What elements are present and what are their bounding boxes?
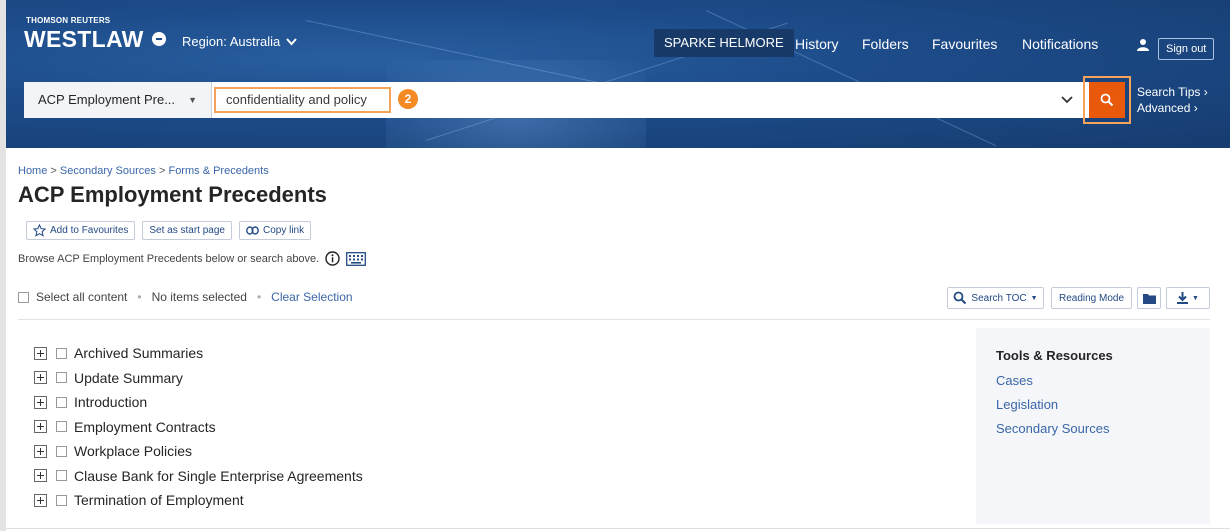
chevron-down-icon[interactable] [1060,92,1074,106]
brand-menu-icon[interactable] [152,32,166,46]
toc-item-label[interactable]: Introduction [74,394,147,410]
search-bar: ACP Employment Pre... ▼ confidentiality … [24,82,1090,118]
set-start-page-button[interactable]: Set as start page [142,221,232,240]
expand-icon[interactable] [34,493,47,507]
expand-icon[interactable] [34,420,47,434]
page-actions: Add to Favourites Set as start page Copy… [26,221,312,240]
toc-item-label[interactable]: Archived Summaries [74,345,203,361]
folder-icon [1142,293,1156,304]
search-scope-dropdown[interactable]: ACP Employment Pre... ▼ [24,82,212,118]
caret-down-icon: ▼ [1030,294,1038,302]
expand-icon[interactable] [34,371,47,385]
org-name[interactable]: SPARKE HELMORE [654,29,794,57]
download-icon [1177,292,1189,304]
add-to-favourites-button[interactable]: Add to Favourites [26,221,136,240]
search-icon [954,291,967,305]
toc-item: Archived Summaries [34,341,363,366]
search-toc-button[interactable]: Search TOC ▼ [947,287,1044,309]
nav-favourites[interactable]: Favourites [932,36,997,52]
breadcrumb: Home > Secondary Sources > Forms & Prece… [18,165,269,177]
toc-checkbox[interactable] [56,421,67,433]
toc-checkbox[interactable] [56,396,67,408]
toc-checkbox[interactable] [56,470,67,482]
toc-checkbox[interactable] [56,494,67,506]
sidebar-link-legislation[interactable]: Legislation [996,397,1190,412]
search-scope-label: ACP Employment Pre... [38,92,176,107]
copy-link-button[interactable]: Copy link [238,221,312,240]
expand-icon[interactable] [34,395,47,409]
toc-item: Termination of Employment [34,488,363,513]
breadcrumb-forms-precedents[interactable]: Forms & Precedents [168,165,268,177]
select-all-checkbox[interactable] [18,291,29,303]
toc-checkbox[interactable] [56,347,67,359]
browse-text: Browse ACP Employment Precedents below o… [18,252,320,265]
header [6,0,1230,148]
advanced-search-link[interactable]: Advanced › [1137,100,1208,116]
expand-icon[interactable] [34,346,47,360]
toc-item-label[interactable]: Termination of Employment [74,492,244,508]
link-icon [246,226,259,235]
brand-top: THOMSON REUTERS [26,16,111,25]
caret-down-icon: ▼ [1192,294,1199,302]
caret-down-icon: ▼ [188,95,197,105]
toc-checkbox[interactable] [56,372,67,384]
sidebar-link-secondary-sources[interactable]: Secondary Sources [996,421,1190,436]
user-icon[interactable] [1136,38,1150,52]
toc-checkbox[interactable] [56,445,67,457]
search-links: Search Tips › Advanced › [1137,84,1208,116]
toc-item: Workplace Policies [34,439,363,464]
page-title: ACP Employment Precedents [18,182,327,207]
bottom-border [6,528,1230,529]
sidebar-link-cases[interactable]: Cases [996,373,1190,388]
sign-out-button[interactable]: Sign out [1158,38,1215,60]
search-icon [1100,93,1114,107]
divider [18,319,1210,320]
toc-item: Introduction [34,390,363,415]
toc-item: Employment Contracts [34,415,363,440]
browse-info: Browse ACP Employment Precedents below o… [18,251,367,266]
breadcrumb-home[interactable]: Home [18,165,47,177]
toc-item-label[interactable]: Clause Bank for Single Enterprise Agreem… [74,468,363,484]
select-all-label: Select all content [36,290,128,304]
star-icon [33,224,46,237]
search-tips-link[interactable]: Search Tips › [1137,84,1208,100]
step-badge: 2 [398,89,418,109]
toc-item-label[interactable]: Employment Contracts [74,419,216,435]
nav-history[interactable]: History [795,36,839,52]
toc-item-label[interactable]: Workplace Policies [74,443,192,459]
selection-count: No items selected [151,290,247,304]
expand-icon[interactable] [34,469,47,483]
westlaw-logo[interactable]: WESTLAW [24,26,144,53]
nav-folders[interactable]: Folders [862,36,909,52]
reading-mode-button[interactable]: Reading Mode [1051,287,1132,309]
search-button[interactable] [1089,82,1125,118]
region-label: Region: Australia [182,34,281,49]
keyboard-icon[interactable] [346,251,367,266]
toc-item-label[interactable]: Update Summary [74,370,183,386]
nav-notifications[interactable]: Notifications [1022,36,1098,52]
info-icon[interactable] [325,251,340,266]
tools-resources-title: Tools & Resources [996,348,1113,363]
chevron-down-icon [286,37,298,45]
region-selector[interactable]: Region: Australia [182,34,298,49]
tools-resources-panel: Tools & Resources Cases Legislation Seco… [976,328,1210,524]
expand-icon[interactable] [34,444,47,458]
breadcrumb-secondary-sources[interactable]: Secondary Sources [60,165,156,177]
toc-tree: Archived Summaries Update Summary Introd… [34,341,363,513]
selection-bar: Select all content • No items selected •… [18,290,353,304]
toc-item: Update Summary [34,366,363,391]
toc-item: Clause Bank for Single Enterprise Agreem… [34,464,363,489]
folder-button[interactable] [1137,287,1161,309]
download-button[interactable]: ▼ [1166,287,1210,309]
search-input[interactable]: confidentiality and policy [214,87,391,113]
clear-selection-link[interactable]: Clear Selection [271,290,352,304]
